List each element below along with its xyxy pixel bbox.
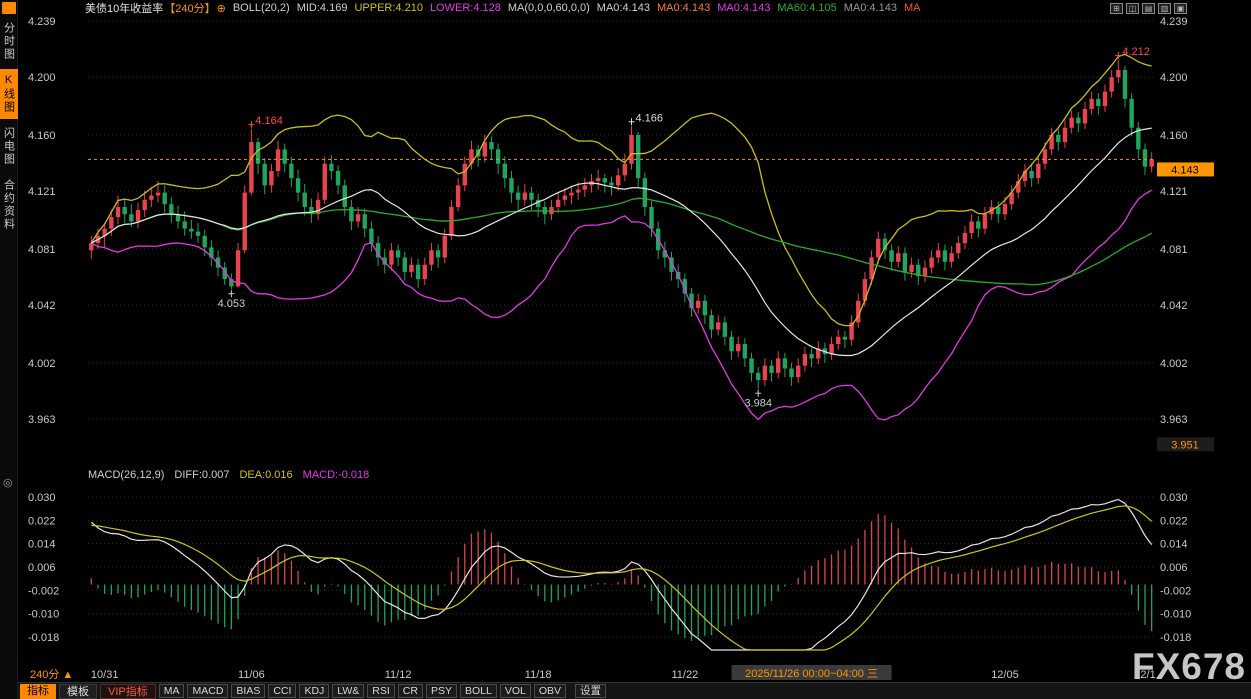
indicator-button-obv[interactable]: OBV <box>534 684 566 698</box>
svg-text:4.239: 4.239 <box>1160 16 1188 28</box>
svg-text:0.006: 0.006 <box>1160 562 1188 574</box>
ma-value-1: MA0:4.143 <box>597 2 650 14</box>
settings-button[interactable]: 设置 <box>575 684 606 698</box>
svg-text:4.081: 4.081 <box>28 244 56 256</box>
toolbar-tab-vip-indicators[interactable]: VIP指标 <box>100 684 156 699</box>
ma-value-3: MA0:4.143 <box>717 2 770 14</box>
svg-text:4.002: 4.002 <box>28 358 56 370</box>
macd-header: MACD(26,12,9) DIFF:0.007 DEA:0.016 MACD:… <box>88 469 369 481</box>
period-label: 【240分】 <box>164 0 215 16</box>
svg-text:4.053: 4.053 <box>218 298 246 310</box>
svg-text:12/05: 12/05 <box>991 669 1019 681</box>
layout-columns-icon[interactable]: ▥ <box>1158 3 1171 14</box>
svg-text:2025/11/26 00:00~04:00 三: 2025/11/26 00:00~04:00 三 <box>745 668 878 680</box>
svg-text:11/06: 11/06 <box>238 669 265 681</box>
svg-text:4.042: 4.042 <box>1160 300 1188 312</box>
price-chart-canvas[interactable]: 4.239 4.239 4.200 4.200 4.160 4.160 4.121 4.121… <box>18 16 1251 682</box>
svg-text:4.143: 4.143 <box>1171 164 1199 176</box>
svg-text:11/12: 11/12 <box>385 669 412 681</box>
indicator-button-kdj[interactable]: KDJ <box>299 684 329 698</box>
bottom-toolbar: 指标 模板 VIP指标 MA MACD BIAS CCI KDJ LW& RSI… <box>18 682 1251 699</box>
app-logo <box>2 2 16 14</box>
svg-text:-0.018: -0.018 <box>28 632 59 644</box>
trading-app-window: 分时图 K线图 闪电图 合约资料 ◎ 美债10年收益率 【240分】 ⊕ BOL… <box>0 0 1251 699</box>
ma-params-label: MA(0,0,0,60,0,0) <box>508 2 590 14</box>
svg-text:240分 ▲: 240分 ▲ <box>30 668 73 681</box>
fx678-watermark: FX678 <box>1132 646 1246 688</box>
macd-diff-value: DIFF:0.007 <box>174 469 229 481</box>
svg-text:3.963: 3.963 <box>1160 414 1188 426</box>
svg-text:4.239: 4.239 <box>28 16 56 28</box>
sidebar-tab-contract-info[interactable]: 合约资料 <box>0 174 18 236</box>
svg-text:3.963: 3.963 <box>28 414 56 426</box>
indicator-button-vol[interactable]: VOL <box>500 684 531 698</box>
layout-grid-icon[interactable]: ⊞ <box>1110 3 1123 14</box>
svg-text:0.030: 0.030 <box>28 492 56 504</box>
macd-macd-value: MACD:-0.018 <box>303 469 370 481</box>
window-layout-controls: ⊞ ◫ ▤ ▥ ▣ <box>1110 3 1187 14</box>
svg-text:-0.002: -0.002 <box>1160 585 1191 597</box>
sidebar-tab-kline-chart[interactable]: K线图 <box>0 69 18 119</box>
boll-params-label: BOLL(20,2) <box>233 2 290 14</box>
ma60-value: MA60:4.105 <box>777 2 836 14</box>
svg-text:0.030: 0.030 <box>1160 492 1188 504</box>
svg-text:4.164: 4.164 <box>255 115 283 127</box>
svg-text:0.014: 0.014 <box>28 539 56 551</box>
svg-text:4.212: 4.212 <box>1122 46 1150 58</box>
svg-text:4.121: 4.121 <box>28 186 56 198</box>
svg-text:4.166: 4.166 <box>636 112 664 124</box>
svg-text:11/18: 11/18 <box>525 669 552 681</box>
svg-text:3.951: 3.951 <box>1171 439 1199 451</box>
indicator-button-bias[interactable]: BIAS <box>231 684 265 698</box>
ma-truncated-label: MA <box>904 2 921 14</box>
ma-value-5: MA0:4.143 <box>844 2 897 14</box>
macd-dea-value: DEA:0.016 <box>239 469 292 481</box>
indicator-button-cr[interactable]: CR <box>398 684 423 698</box>
indicator-button-rsi[interactable]: RSI <box>367 684 395 698</box>
indicator-button-macd[interactable]: MACD <box>187 684 228 698</box>
svg-text:4.042: 4.042 <box>28 300 56 312</box>
instrument-title: 美债10年收益率 <box>85 0 163 16</box>
svg-text:10/31: 10/31 <box>91 669 119 681</box>
indicator-button-psy[interactable]: PSY <box>426 684 457 698</box>
svg-text:4.121: 4.121 <box>1160 186 1188 198</box>
boll-mid-value: MID:4.169 <box>297 2 348 14</box>
indicator-button-lwr[interactable]: LW& <box>332 684 364 698</box>
boll-lower-value: LOWER:4.128 <box>430 2 501 14</box>
svg-text:3.984: 3.984 <box>744 398 772 410</box>
indicator-button-cci[interactable]: CCI <box>268 684 296 698</box>
svg-text:0.022: 0.022 <box>28 515 56 527</box>
svg-text:4.160: 4.160 <box>1160 130 1188 142</box>
svg-text:4.081: 4.081 <box>1160 244 1188 256</box>
svg-text:4.002: 4.002 <box>1160 358 1188 370</box>
layout-rows-icon[interactable]: ▤ <box>1142 3 1155 14</box>
sidebar-tab-time-chart[interactable]: 分时图 <box>0 17 18 66</box>
svg-text:4.200: 4.200 <box>1160 72 1188 84</box>
layout-quad-icon[interactable]: ▣ <box>1174 3 1187 14</box>
sidebar-tab-lightning-chart[interactable]: 闪电图 <box>0 122 18 171</box>
layout-split-icon[interactable]: ◫ <box>1126 3 1139 14</box>
chart-header: 美债10年收益率 【240分】 ⊕ BOLL(20,2) MID:4.169 U… <box>18 0 1251 16</box>
add-indicator-icon[interactable]: ⊕ <box>217 2 226 15</box>
ma-value-2: MA0:4.143 <box>657 2 710 14</box>
left-sidebar: 分时图 K线图 闪电图 合约资料 ◎ <box>0 0 18 699</box>
svg-text:0.022: 0.022 <box>1160 515 1188 527</box>
svg-text:-0.002: -0.002 <box>28 585 59 597</box>
svg-text:4.160: 4.160 <box>28 130 56 142</box>
target-icon[interactable]: ◎ <box>3 476 13 489</box>
svg-text:-0.010: -0.010 <box>28 609 59 621</box>
svg-text:11/22: 11/22 <box>671 669 698 681</box>
toolbar-tab-templates[interactable]: 模板 <box>59 684 97 699</box>
toolbar-tab-indicators[interactable]: 指标 <box>20 684 56 699</box>
svg-text:4.200: 4.200 <box>28 72 56 84</box>
boll-upper-value: UPPER:4.210 <box>354 2 422 14</box>
svg-text:-0.010: -0.010 <box>1160 609 1191 621</box>
svg-text:0.006: 0.006 <box>28 562 56 574</box>
indicator-button-ma[interactable]: MA <box>159 684 185 698</box>
macd-params-label: MACD(26,12,9) <box>88 469 164 481</box>
indicator-button-boll[interactable]: BOLL <box>460 684 497 698</box>
svg-text:0.014: 0.014 <box>1160 539 1188 551</box>
svg-text:-0.018: -0.018 <box>1160 632 1191 644</box>
